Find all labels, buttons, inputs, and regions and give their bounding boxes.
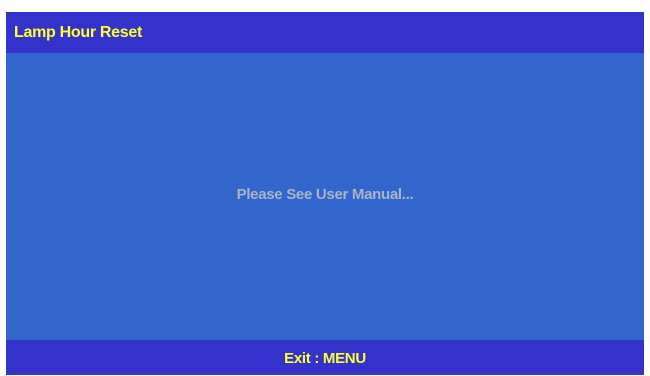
exit-hint: Exit : MENU [284, 350, 366, 367]
osd-menu-window: Lamp Hour Reset Please See User Manual..… [6, 12, 644, 375]
info-message: Please See User Manual... [236, 186, 414, 203]
menu-title: Lamp Hour Reset [14, 23, 142, 41]
title-bar: Lamp Hour Reset [6, 12, 644, 53]
footer-bar: Exit : MENU [6, 340, 644, 375]
content-panel: Please See User Manual... [6, 53, 644, 340]
